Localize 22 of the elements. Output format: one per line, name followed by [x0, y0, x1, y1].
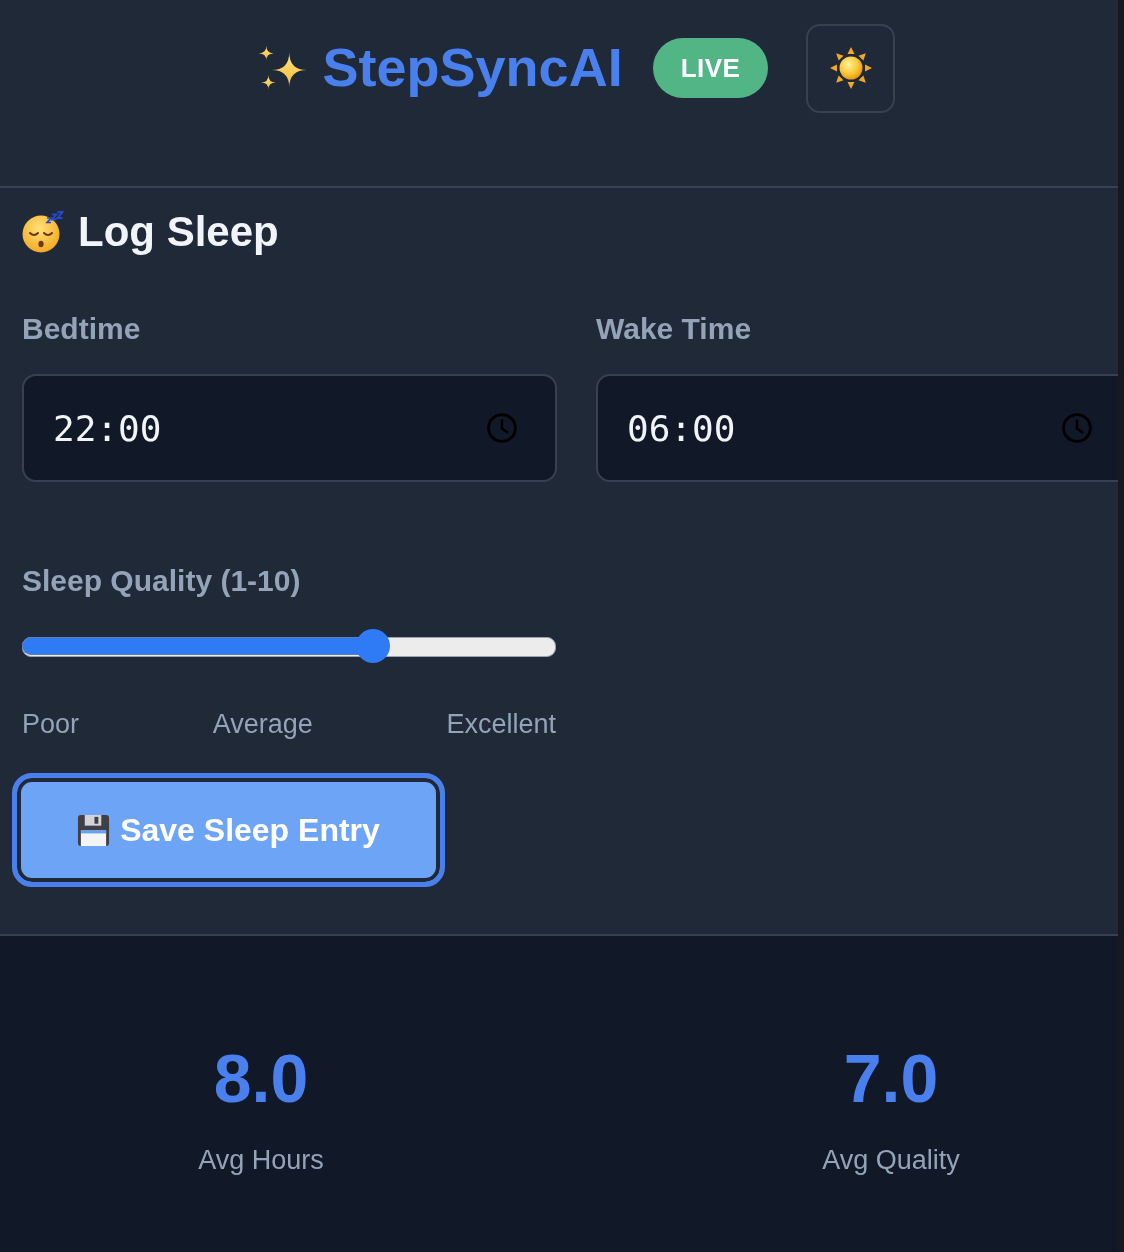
live-badge: LIVE	[652, 38, 769, 98]
scale-label: Poor	[22, 708, 80, 740]
sleeping-face-icon	[22, 211, 64, 253]
stat-value: 7.0	[843, 1041, 939, 1116]
field-label: Wake Time	[596, 311, 753, 347]
stat-label: Avg Quality	[822, 1144, 960, 1176]
field-label: Bedtime	[22, 311, 142, 347]
scale-label: Excellent	[446, 708, 556, 740]
slider-thumb[interactable]	[355, 629, 390, 663]
stat-label: Avg Hours	[198, 1144, 324, 1176]
time-input[interactable]: 06:00	[596, 374, 1118, 482]
clock-icon	[487, 413, 517, 443]
slider-track[interactable]	[22, 629, 556, 663]
clock-icon	[1062, 413, 1092, 443]
time-input[interactable]: 22:00	[22, 374, 557, 482]
section-title: Log Sleep	[78, 207, 279, 257]
stat-value: 8.0	[213, 1041, 309, 1116]
sun-icon	[828, 46, 873, 90]
app-title: StepSyncAI	[322, 38, 623, 98]
slider-label: Sleep Quality (1-10)	[22, 563, 302, 599]
scale-label: Average	[212, 708, 313, 740]
theme-toggle-button[interactable]	[806, 23, 896, 113]
